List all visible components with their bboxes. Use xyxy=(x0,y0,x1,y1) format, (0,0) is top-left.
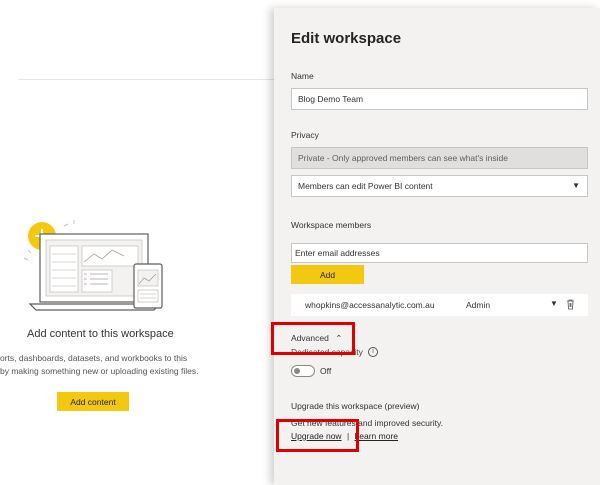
privacy-label: Privacy xyxy=(291,130,319,140)
upgrade-highlight-box xyxy=(276,419,359,452)
trash-icon[interactable] xyxy=(566,299,575,310)
member-email: whopkins@accessanalytic.com.au xyxy=(305,300,435,310)
email-input-placeholder: Enter email addresses xyxy=(295,248,380,258)
email-input[interactable]: Enter email addresses xyxy=(291,243,588,263)
permission-dropdown[interactable]: Members can edit Power BI content ▼ xyxy=(291,175,588,197)
learn-more-link[interactable]: Learn more xyxy=(355,431,398,441)
panel-title: Edit workspace xyxy=(291,30,402,47)
description-line-1: orts, dashboards, datasets, and workbook… xyxy=(0,353,188,363)
member-row: whopkins@accessanalytic.com.au Admin ▼ xyxy=(291,294,588,316)
name-label: Name xyxy=(291,71,314,81)
chevron-down-icon: ▼ xyxy=(572,181,580,190)
workspace-members-label: Workspace members xyxy=(291,220,372,230)
info-icon[interactable]: i xyxy=(368,347,378,357)
add-content-button[interactable]: Add content xyxy=(57,392,129,411)
name-field-value: Blog Demo Team xyxy=(298,94,364,104)
dedicated-capacity-toggle[interactable] xyxy=(291,365,315,377)
description-line-2: by making something new or uploading exi… xyxy=(0,366,199,376)
empty-state-description: orts, dashboards, datasets, and workbook… xyxy=(0,352,198,378)
chevron-down-icon[interactable]: ▼ xyxy=(550,299,558,308)
upgrade-heading: Upgrade this workspace (preview) xyxy=(291,401,420,411)
advanced-highlight-box xyxy=(271,322,355,355)
toggle-state-label: Off xyxy=(320,366,332,376)
member-role-dropdown[interactable]: Admin xyxy=(466,300,490,310)
permission-dropdown-value: Members can edit Power BI content xyxy=(298,181,433,191)
privacy-field-value: Private - Only approved members can see … xyxy=(298,153,508,163)
empty-workspace-illustration xyxy=(23,220,163,311)
divider xyxy=(18,79,280,80)
add-member-button[interactable]: Add xyxy=(291,265,364,284)
toggle-knob xyxy=(294,368,300,374)
edit-workspace-panel: Edit workspace Name Blog Demo Team Priva… xyxy=(274,8,600,485)
privacy-field: Private - Only approved members can see … xyxy=(291,147,588,169)
empty-state-title: Add content to this workspace xyxy=(27,328,174,340)
name-field[interactable]: Blog Demo Team xyxy=(291,88,588,110)
